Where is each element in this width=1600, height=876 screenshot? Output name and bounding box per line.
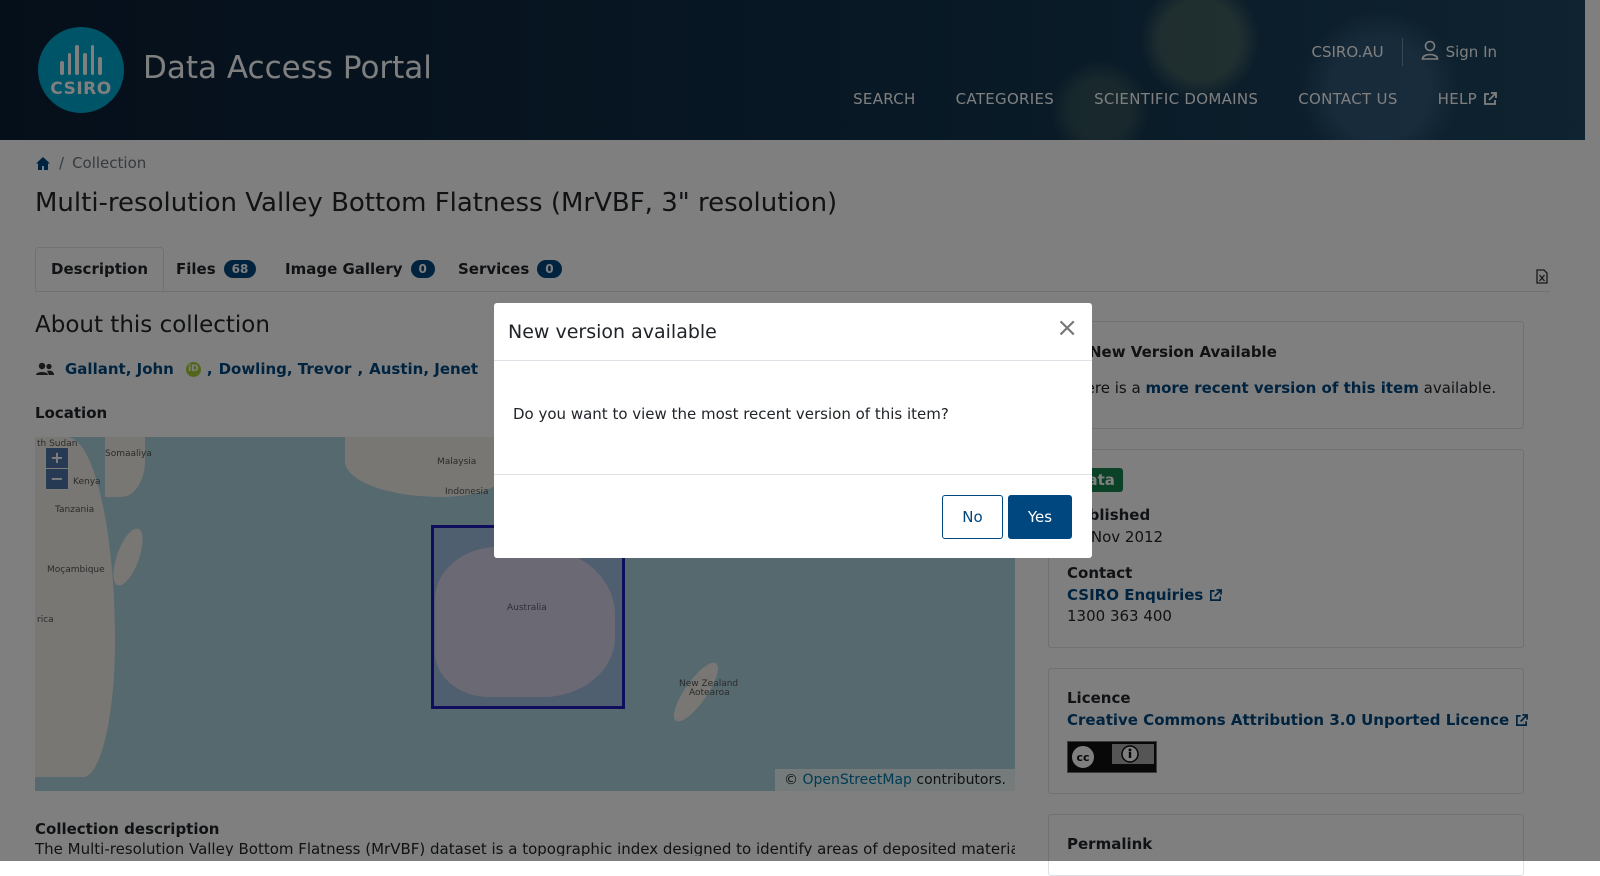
close-icon[interactable]: ×: [1056, 313, 1078, 343]
no-button[interactable]: No: [942, 495, 1003, 539]
yes-button[interactable]: Yes: [1008, 495, 1072, 539]
modal-body: Do you want to view the most recent vers…: [494, 361, 1092, 475]
modal-title: New version available: [508, 321, 717, 343]
modal-footer: No Yes: [494, 475, 1092, 559]
modal-header: New version available ×: [494, 303, 1092, 361]
new-version-modal: New version available × Do you want to v…: [494, 303, 1092, 558]
modal-message: Do you want to view the most recent vers…: [513, 405, 949, 423]
